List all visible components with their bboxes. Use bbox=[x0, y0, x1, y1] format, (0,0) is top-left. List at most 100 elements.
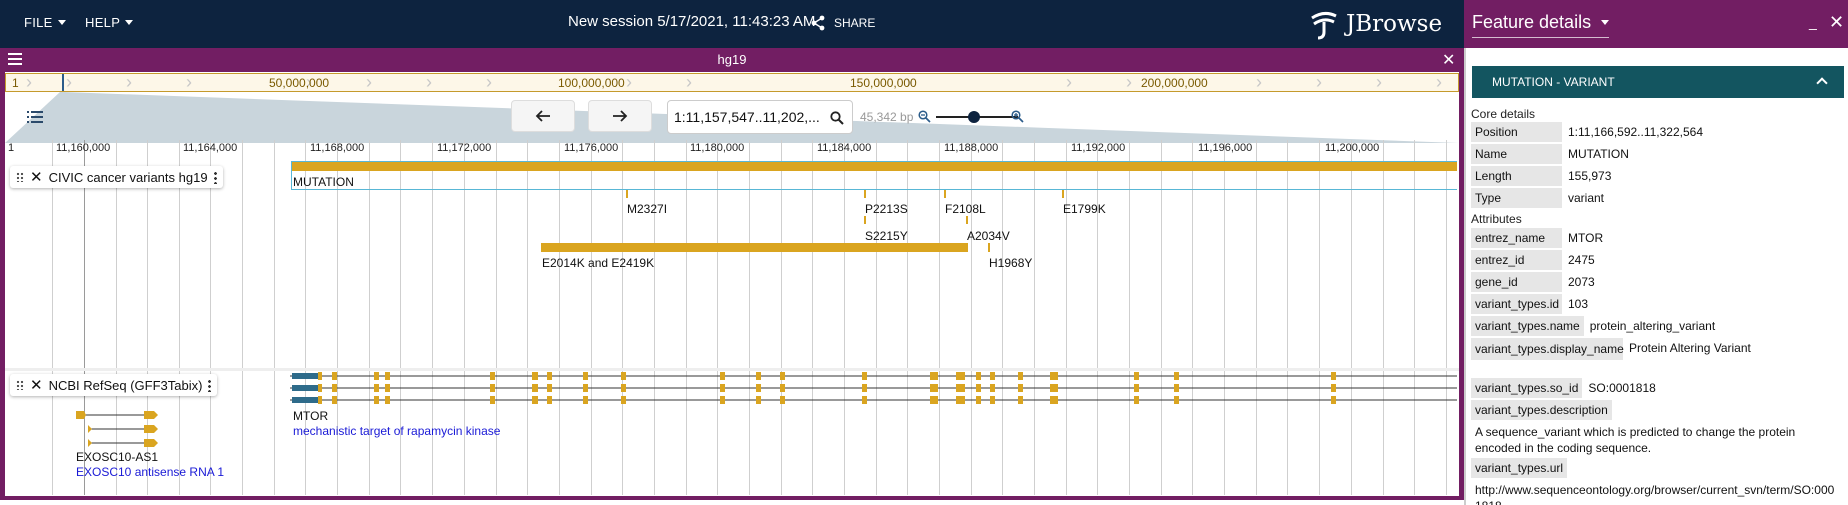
grid-line bbox=[1414, 140, 1415, 495]
grid-line bbox=[337, 140, 338, 495]
feature-accordion-header[interactable]: MUTATION - VARIANT bbox=[1472, 66, 1844, 98]
zoom-slider-thumb[interactable] bbox=[968, 111, 980, 123]
grid-line bbox=[622, 140, 623, 495]
ruler-tick-label: 11,172,000 bbox=[437, 142, 492, 154]
scroll-left-button[interactable] bbox=[511, 100, 575, 132]
grid-line bbox=[274, 140, 275, 495]
track-selector-button[interactable] bbox=[27, 110, 43, 127]
gene-description: EXOSC10 antisense RNA 1 bbox=[76, 465, 225, 479]
mutation-feature[interactable] bbox=[292, 162, 1457, 171]
core-key: Length bbox=[1471, 166, 1562, 186]
ruler-tick-label: 11,200,000 bbox=[1325, 142, 1380, 154]
variant-feature[interactable] bbox=[626, 190, 628, 198]
core-key: Type bbox=[1471, 188, 1562, 208]
drag-handle-icon[interactable] bbox=[16, 172, 24, 182]
overview-tick-label: 100,000,000 bbox=[558, 76, 625, 90]
grid-line bbox=[591, 140, 592, 495]
zoom-out-icon[interactable] bbox=[918, 110, 931, 123]
attribute-row: variant_types.description bbox=[1471, 400, 1616, 420]
attributes-title: Attributes bbox=[1471, 212, 1522, 226]
chevron-up-icon[interactable] bbox=[1816, 77, 1828, 89]
variant-feature[interactable] bbox=[966, 216, 968, 224]
close-track-icon[interactable]: ✕ bbox=[30, 168, 43, 186]
list-icon bbox=[27, 111, 43, 123]
mtor-transcripts[interactable] bbox=[290, 370, 1457, 410]
grid-line bbox=[1097, 140, 1098, 495]
track-label-refseq[interactable]: ✕ NCBI RefSeq (GFF3Tabix) bbox=[10, 374, 218, 396]
core-details-title: Core details bbox=[1471, 107, 1536, 121]
chevron-right-icon: › bbox=[26, 73, 32, 92]
attribute-row: variant_types.display_name Protein Alter… bbox=[1471, 338, 1753, 360]
variant-feature[interactable] bbox=[864, 216, 866, 224]
track-name: NCBI RefSeq (GFF3Tabix) bbox=[48, 377, 203, 393]
attribute-url-value[interactable]: http://www.sequenceontology.org/browser/… bbox=[1475, 482, 1835, 505]
feature-accordion-title: MUTATION - VARIANT bbox=[1492, 75, 1615, 89]
attribute-row: gene_id 2073 bbox=[1471, 272, 1597, 292]
grid-line bbox=[179, 140, 180, 495]
search-icon[interactable] bbox=[830, 111, 844, 125]
overview-region-marker[interactable] bbox=[62, 74, 64, 91]
close-view-button[interactable]: ✕ bbox=[1442, 50, 1455, 70]
attribute-value: 2073 bbox=[1568, 275, 1595, 289]
grid-line bbox=[717, 140, 718, 495]
track-label-civic[interactable]: ✕ CIVIC cancer variants hg19 bbox=[10, 166, 223, 188]
share-icon bbox=[811, 15, 825, 31]
attribute-key: variant_types.so_id bbox=[1471, 378, 1583, 398]
gene-description: mechanistic target of rapamycin kinase bbox=[293, 424, 501, 438]
grid-line bbox=[400, 140, 401, 495]
core-key: Position bbox=[1471, 122, 1562, 142]
grid-line bbox=[1224, 140, 1225, 495]
minimize-drawer-button[interactable]: _ bbox=[1809, 14, 1817, 30]
chevron-right-icon: › bbox=[1376, 73, 1382, 92]
chevron-right-icon: › bbox=[1066, 73, 1072, 92]
core-key: Name bbox=[1471, 144, 1562, 164]
grid-line bbox=[496, 140, 497, 495]
drawer-widget-select[interactable]: Feature details bbox=[1472, 12, 1610, 38]
more-vert-icon[interactable] bbox=[213, 170, 217, 184]
overview-tick-label: 150,000,000 bbox=[850, 76, 917, 90]
ruler-tick-label: 11,168,000 bbox=[310, 142, 365, 154]
core-row: Length 155,973 bbox=[1471, 166, 1613, 186]
drag-handle-icon[interactable] bbox=[16, 380, 24, 390]
help-menu-button[interactable]: HELP bbox=[85, 15, 134, 30]
attribute-value: 2475 bbox=[1568, 253, 1595, 267]
core-value: 155,973 bbox=[1568, 169, 1612, 183]
chevron-down-icon bbox=[1601, 20, 1610, 25]
overview-tick-label: 50,000,000 bbox=[269, 76, 330, 90]
view-title: hg19 bbox=[717, 52, 747, 67]
overview-scalebar[interactable]: › › › › › › › › › › › › › › › › › 1 50,0… bbox=[5, 73, 1459, 92]
more-vert-icon[interactable] bbox=[208, 378, 212, 392]
attribute-row: variant_types.so_id SO:0001818 bbox=[1471, 378, 1658, 398]
variant-feature[interactable] bbox=[988, 243, 990, 252]
attribute-row: variant_types.url bbox=[1471, 458, 1571, 478]
variant-feature[interactable] bbox=[944, 190, 946, 198]
close-track-icon[interactable]: ✕ bbox=[30, 376, 43, 394]
grid-line bbox=[464, 140, 465, 495]
chevron-right-icon: › bbox=[1316, 73, 1322, 92]
grid-line bbox=[749, 140, 750, 495]
drawer-header: Feature details _ ✕ bbox=[1464, 0, 1848, 48]
variant-feature[interactable] bbox=[1062, 190, 1064, 198]
chevron-right-icon: › bbox=[486, 73, 492, 92]
scroll-right-button[interactable] bbox=[588, 100, 652, 132]
gene-name: MTOR bbox=[293, 409, 329, 423]
attribute-row: entrez_id 2475 bbox=[1471, 250, 1597, 270]
zoom-in-icon[interactable] bbox=[1011, 110, 1024, 123]
exosc10-as1-transcripts[interactable] bbox=[76, 411, 160, 449]
grid-line bbox=[1319, 140, 1320, 495]
grid-line bbox=[876, 140, 877, 495]
file-menu-button[interactable]: FILE bbox=[24, 15, 66, 30]
share-button[interactable]: SHARE bbox=[810, 15, 875, 31]
grid-line bbox=[939, 140, 940, 495]
feature-label: S2215Y bbox=[865, 229, 908, 243]
attribute-row: variant_types.name protein_altering_vari… bbox=[1471, 316, 1717, 336]
variant-feature[interactable] bbox=[541, 243, 968, 252]
core-value: 1:11,166,592..11,322,564 bbox=[1568, 125, 1704, 139]
chevron-right-icon: › bbox=[426, 73, 432, 92]
location-search-input[interactable]: 1:11,157,547..11,202,... bbox=[667, 100, 853, 134]
close-drawer-button[interactable]: ✕ bbox=[1829, 12, 1844, 33]
chevron-down-icon bbox=[57, 20, 66, 25]
variant-feature[interactable] bbox=[864, 190, 866, 198]
ruler-tick-label: 11,160,000 bbox=[56, 142, 111, 154]
attribute-key: entrez_name bbox=[1471, 228, 1562, 248]
